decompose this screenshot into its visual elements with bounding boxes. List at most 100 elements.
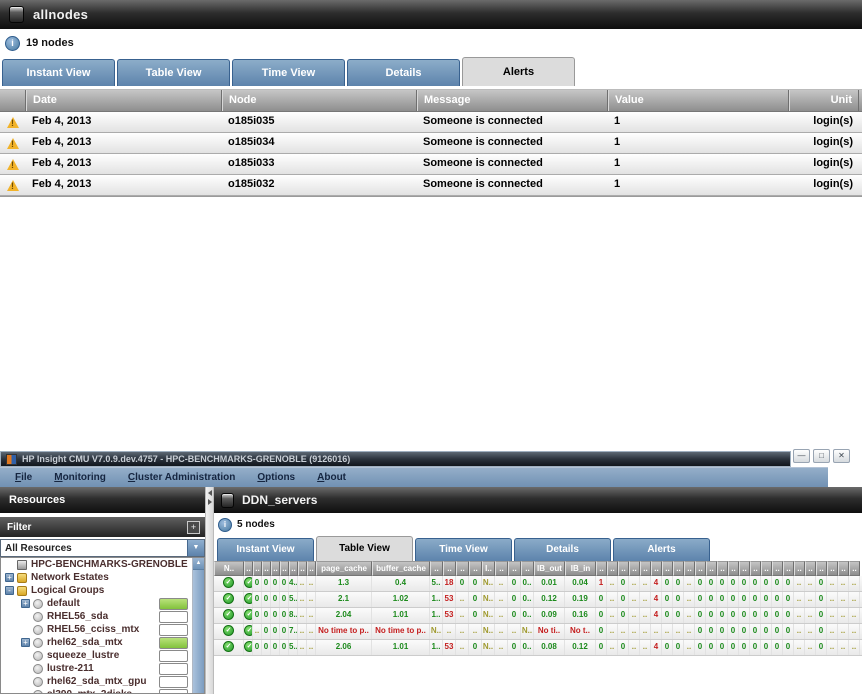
tab[interactable]: Details [347,59,460,86]
metrics-row[interactable]: ✓✓00005......2.11.021..53..0N....00..0.1… [214,592,862,608]
tree-item[interactable]: + Network Estates [1,571,204,584]
metrics-column-header[interactable]: .. [607,561,618,576]
tree-item[interactable]: HPC-BENCHMARKS-GRENOBLE [1,558,204,571]
metrics-column-header[interactable]: .. [280,561,289,576]
metrics-column-header[interactable]: .. [728,561,739,576]
close-button[interactable]: ✕ [833,449,850,463]
metrics-column-header[interactable]: .. [640,561,651,576]
metrics-column-header[interactable]: .. [298,561,307,576]
resource-filter-select[interactable]: All Resources ▼ [0,539,205,557]
menu-about[interactable]: About [306,472,357,483]
splitter-arrows-icon[interactable] [206,490,213,505]
alert-row[interactable]: Feb 4, 2013o185i033Someone is connected1… [0,154,862,175]
tree-item[interactable]: RHEL56_sda [1,610,204,623]
metrics-column-header[interactable]: .. [629,561,640,576]
tree-item[interactable]: sl390_mtx_2disks [1,688,204,694]
tree-scrollbar-thumb[interactable] [193,569,204,693]
metrics-column-header[interactable]: .. [838,561,849,576]
metrics-column-header[interactable]: .. [816,561,827,576]
menu-options[interactable]: Options [246,472,306,483]
minimize-button[interactable]: — [793,449,810,463]
tree-item[interactable]: rhel62_sda_mtx_gpu [1,675,204,688]
tree-item[interactable]: - Logical Groups [1,584,204,597]
tree-item[interactable]: RHEL56_cciss_mtx [1,623,204,636]
alerts-column-header[interactable]: Unit [789,90,859,111]
metrics-column-header[interactable]: .. [307,561,316,576]
metrics-column-header[interactable]: .. [750,561,761,576]
tree-item[interactable]: squeeze_lustre [1,649,204,662]
chevron-down-icon[interactable]: ▼ [187,540,204,556]
metrics-column-header[interactable]: .. [684,561,695,576]
metrics-column-header[interactable]: .. [827,561,838,576]
alert-row[interactable]: Feb 4, 2013o185i032Someone is connected1… [0,175,862,196]
metrics-column-header[interactable]: buffer_cache [372,561,430,576]
metrics-column-header[interactable]: .. [772,561,783,576]
collapse-left-icon[interactable] [208,490,212,496]
metrics-row[interactable]: ✓✓00005......2.061.011..53..0N....00..0.… [214,640,862,656]
metrics-column-header[interactable]: IB_in [565,561,596,576]
metrics-column-header[interactable]: .. [673,561,684,576]
metrics-column-header[interactable]: .. [794,561,805,576]
metrics-column-header[interactable]: .. [596,561,607,576]
maximize-button[interactable]: □ [813,449,830,463]
metrics-column-header[interactable]: .. [662,561,673,576]
metrics-column-header[interactable]: .. [469,561,482,576]
menu-monitoring[interactable]: Monitoring [43,472,117,483]
metrics-column-header[interactable]: .. [739,561,750,576]
alerts-column-header[interactable]: Value [608,90,789,111]
menu-file[interactable]: File [4,472,43,483]
alert-icon-column-header[interactable] [0,90,26,111]
metrics-column-header[interactable]: I.. [482,561,495,576]
metrics-column-header[interactable]: .. [706,561,717,576]
filter-expand-icon[interactable]: + [187,521,200,534]
metrics-row[interactable]: ✓✓00008......2.041.011..53..0N....00..0.… [214,608,862,624]
metrics-column-header[interactable]: .. [456,561,469,576]
metrics-column-header[interactable]: .. [651,561,662,576]
metrics-column-header[interactable]: .. [618,561,629,576]
metrics-column-header[interactable]: .. [289,561,298,576]
metrics-column-header[interactable]: .. [805,561,816,576]
tab[interactable]: Details [514,538,611,561]
alerts-column-header[interactable]: Date [26,90,222,111]
metrics-column-header[interactable]: .. [761,561,772,576]
expander-icon[interactable]: - [5,586,14,595]
metrics-column-header[interactable]: .. [262,561,271,576]
metrics-column-header[interactable]: .. [253,561,262,576]
tab[interactable]: Alerts [462,57,575,86]
tree-item[interactable]: + rhel62_sda_mtx [1,636,204,649]
tab[interactable]: Time View [232,59,345,86]
tab[interactable]: Table View [117,59,230,86]
expander-icon[interactable]: + [21,599,30,608]
metrics-column-header[interactable]: .. [508,561,521,576]
metrics-column-header[interactable]: .. [271,561,280,576]
metrics-column-header[interactable]: .. [717,561,728,576]
alerts-column-header[interactable]: Node [222,90,417,111]
alert-row[interactable]: Feb 4, 2013o185i034Someone is connected1… [0,133,862,154]
metrics-column-header[interactable]: .. [443,561,456,576]
expander-icon[interactable]: + [5,573,14,582]
menu-cluster-administration[interactable]: Cluster Administration [117,472,246,483]
tree-scrollbar[interactable]: ▲ [192,558,204,693]
tab[interactable]: Instant View [217,538,314,561]
metrics-column-header[interactable]: .. [495,561,508,576]
metrics-row[interactable]: ✓✓00004......1.30.45..1800N....00..0.010… [214,576,862,592]
metrics-column-header[interactable]: .. [244,561,253,576]
alerts-column-header[interactable]: Message [417,90,608,111]
metrics-column-header[interactable]: page_cache [316,561,372,576]
metrics-column-header[interactable]: .. [521,561,534,576]
main-titlebar[interactable]: HP Insight CMU V7.0.9.dev.4757 - HPC-BEN… [0,451,791,467]
alert-row[interactable]: Feb 4, 2013o185i035Someone is connected1… [0,112,862,133]
metrics-column-header[interactable]: N.. [214,561,244,576]
panel-splitter[interactable] [205,487,214,694]
metrics-row[interactable]: ✓✓..0007......No time to p..No time to p… [214,624,862,640]
metrics-column-header[interactable]: .. [849,561,860,576]
metrics-column-header[interactable]: .. [430,561,443,576]
metrics-column-header[interactable]: .. [695,561,706,576]
tab[interactable]: Instant View [2,59,115,86]
collapse-right-icon[interactable] [208,499,212,505]
tab[interactable]: Time View [415,538,512,561]
tree-item[interactable]: + default [1,597,204,610]
metrics-column-header[interactable]: IB_out [534,561,565,576]
metrics-column-header[interactable]: .. [783,561,794,576]
tree-item[interactable]: lustre-211 [1,662,204,675]
